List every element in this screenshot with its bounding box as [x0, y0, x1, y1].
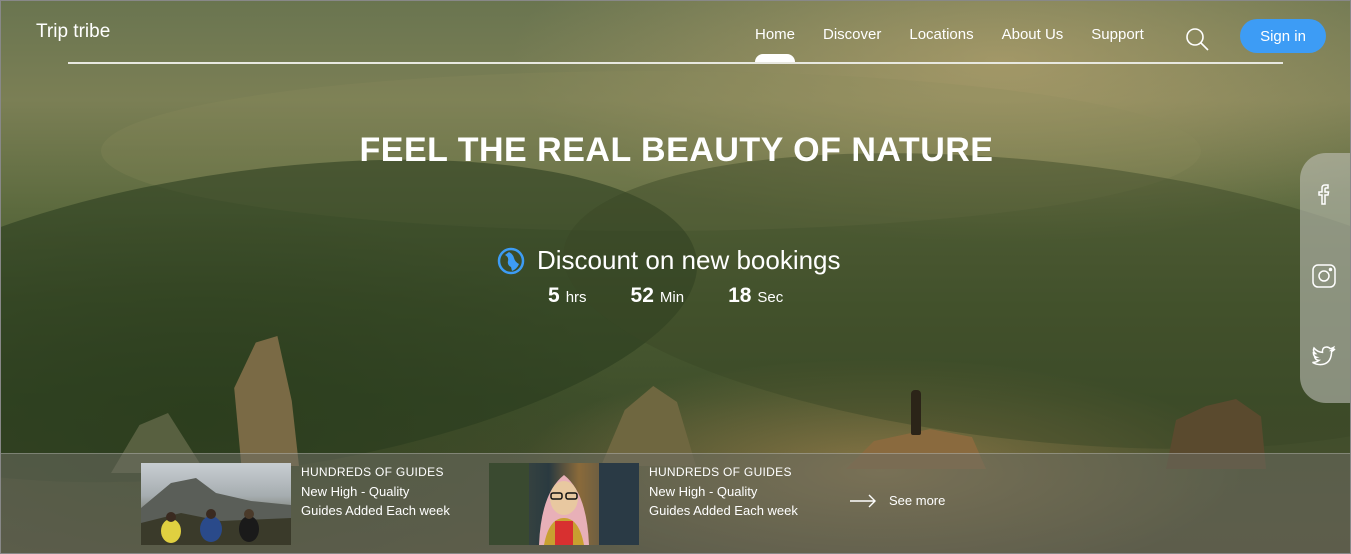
sign-in-button[interactable]: Sign in: [1240, 19, 1326, 53]
site-logo[interactable]: Trip tribe: [36, 21, 110, 43]
header-divider: [68, 62, 1283, 64]
countdown-timer: 5 hrs 52 Min 18 Sec: [548, 284, 783, 308]
nav-item-support[interactable]: Support: [1091, 26, 1144, 43]
see-more-label: See more: [889, 493, 946, 508]
nav-item-locations[interactable]: Locations: [909, 26, 973, 43]
timer-seconds-value: 18: [728, 284, 752, 307]
card-text: HUNDREDS OF GUIDES New High - Quality Gu…: [649, 463, 799, 545]
nav-item-discover[interactable]: Discover: [823, 26, 881, 43]
card-description: New High - Quality Guides Added Each wee…: [649, 484, 798, 518]
card-image-portrait: [489, 463, 639, 545]
card-kicker: HUNDREDS OF GUIDES: [301, 465, 444, 479]
card-image-hikers: [141, 463, 291, 545]
discount-banner: Discount on new bookings: [497, 245, 841, 276]
search-icon[interactable]: [1185, 27, 1209, 51]
main-nav: Home Discover Locations About Us Support: [755, 26, 1144, 62]
guide-card[interactable]: HUNDREDS OF GUIDES New High - Quality Gu…: [141, 463, 451, 545]
hero-title: FEEL THE REAL BEAUTY OF NATURE: [359, 131, 994, 169]
discount-text: Discount on new bookings: [537, 245, 841, 275]
timer-seconds-unit: Sec: [757, 289, 784, 306]
hero-background: Trip tribe Home Discover Locations About…: [0, 0, 1351, 554]
timer-minutes-value: 52: [630, 284, 654, 307]
twitter-icon[interactable]: [1311, 343, 1337, 369]
timer-minutes-unit: Min: [659, 289, 685, 306]
globe-icon: [497, 247, 525, 274]
guide-card[interactable]: HUNDREDS OF GUIDES New High - Quality Gu…: [489, 463, 799, 545]
social-sidebar: [1300, 153, 1350, 403]
timer-seconds: 18 Sec: [728, 284, 783, 308]
timer-hours: 5 hrs: [548, 284, 587, 308]
hiker-figure: [911, 390, 921, 435]
card-kicker: HUNDREDS OF GUIDES: [649, 465, 792, 479]
instagram-icon[interactable]: [1311, 263, 1337, 289]
nav-item-home[interactable]: Home: [755, 26, 796, 62]
timer-hours-unit: hrs: [565, 289, 587, 306]
arrow-right-icon: [850, 494, 876, 507]
timer-hours-value: 5: [548, 284, 560, 307]
facebook-icon[interactable]: [1311, 181, 1337, 207]
timer-minutes: 52 Min: [631, 284, 685, 308]
card-description: New High - Quality Guides Added Each wee…: [301, 484, 450, 518]
see-more-link[interactable]: See more: [849, 493, 945, 508]
nav-item-about-us[interactable]: About Us: [1002, 26, 1064, 43]
card-text: HUNDREDS OF GUIDES New High - Quality Gu…: [301, 463, 451, 545]
